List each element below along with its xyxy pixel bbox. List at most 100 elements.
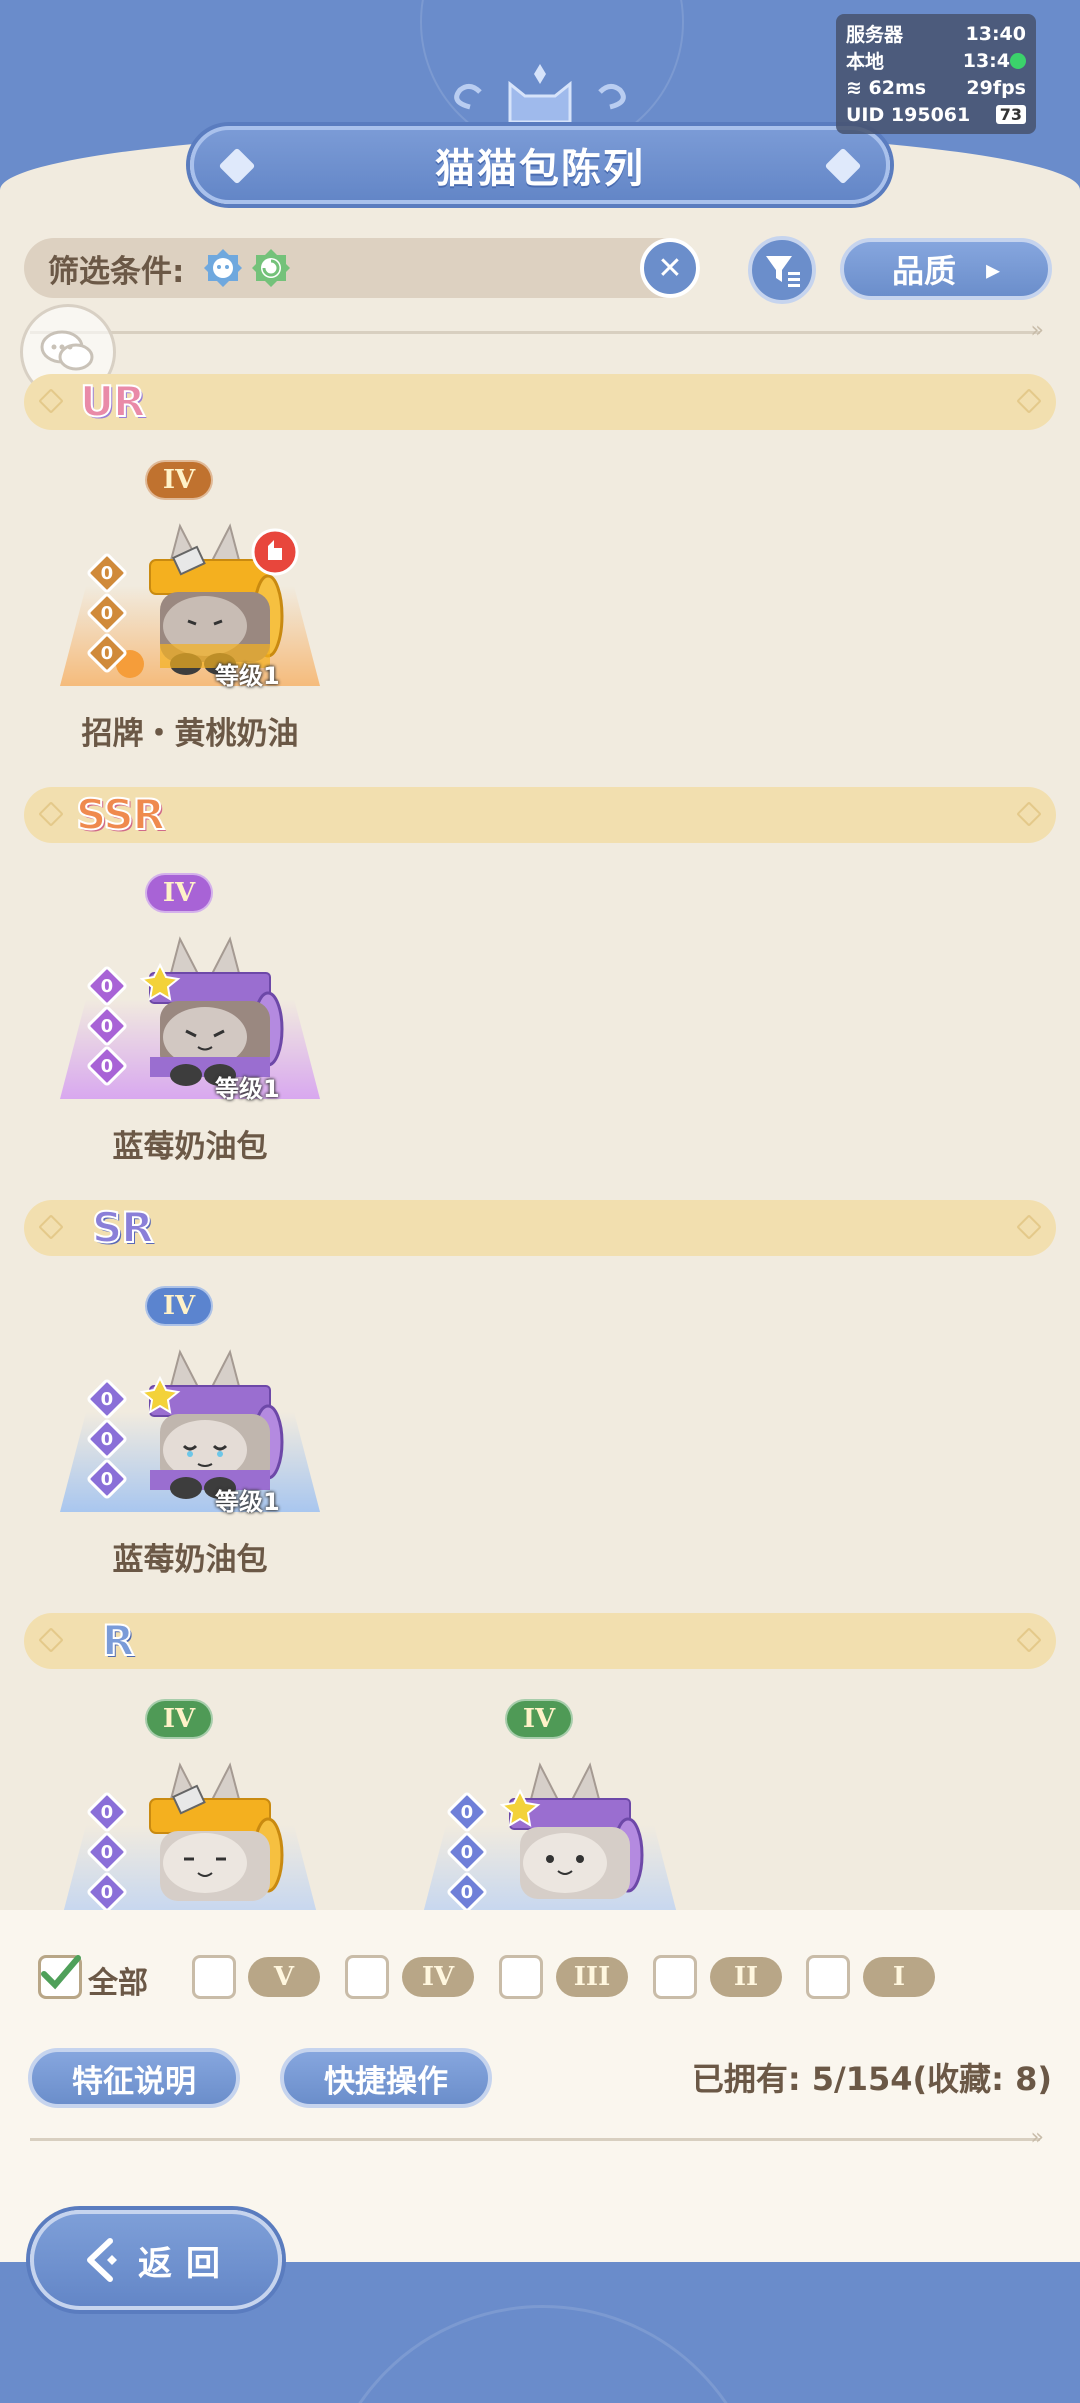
cat-stage: 0 0 0 等级1 (60, 929, 320, 1103)
grade-checkbox-ii[interactable] (653, 1955, 697, 1999)
screen: 猫猫包陈列 服务器 13:40 本地 13:4 ≋ 62ms 29fps UID 1… (0, 0, 1080, 2403)
stat-pip: 0 (445, 1790, 489, 1834)
cat-name: 招牌・黄桃奶油 (81, 716, 299, 752)
rarity-diamond-left (38, 388, 64, 414)
cat-stage: 0 0 0 等级1 (60, 516, 320, 690)
rarity-label: SSR (75, 789, 166, 840)
server-label: 服务器 (846, 24, 904, 46)
local-time: 13:4 (962, 49, 1010, 72)
rarity-label: SR (91, 1202, 155, 1253)
quality-sort-label: 品质 (891, 252, 956, 290)
clear-filter-button[interactable]: ✕ (640, 238, 700, 298)
cat-name: 蓝莓奶油包 (112, 1129, 268, 1165)
rarity-diamond-right (1016, 1627, 1042, 1653)
level-label: 等级1 (215, 1075, 280, 1103)
cat-card[interactable]: IV 0 0 0 (60, 460, 320, 752)
back-arrow-icon (87, 2238, 117, 2282)
grade-pill: II (710, 1957, 782, 1997)
cat-bread-icon (499, 1762, 644, 1899)
stat-pip: 0 (85, 591, 129, 635)
rarity-header-ur: UR (24, 374, 1056, 430)
stat-pips: 0 0 0 (445, 1790, 489, 1917)
grade-checkbox-iii[interactable] (499, 1955, 543, 1999)
title-banner: 猫猫包陈列 (190, 126, 890, 204)
banner-diamond-left (218, 147, 256, 185)
online-dot-icon (1010, 53, 1026, 69)
grade-pill: I (863, 1957, 935, 1997)
back-button[interactable]: 返回 (30, 2210, 282, 2310)
level-label: 等级1 (215, 1488, 280, 1516)
grade-checkbox-iv[interactable] (345, 1955, 389, 1999)
swirl-filter-icon[interactable] (250, 247, 292, 289)
ping-value: 62ms (868, 76, 927, 99)
stat-pip: 0 (85, 1870, 129, 1914)
stat-pip: 0 (85, 1044, 129, 1088)
stat-pip: 0 (85, 1004, 129, 1048)
chat-bubble-icon (40, 330, 94, 371)
funnel-icon (766, 256, 800, 287)
stat-pip: 0 (85, 631, 129, 675)
stat-pip: 0 (85, 1790, 129, 1834)
bottom-divider (30, 2125, 1044, 2150)
local-label: 本地 (846, 51, 885, 73)
cat-stage: 0 0 0 (420, 1755, 680, 1925)
cat-card[interactable]: IV 0 0 0 等级1 蓝莓奶油包 (60, 873, 320, 1165)
rarity-diamond-left (38, 1627, 64, 1653)
grade-pill: IV (402, 1957, 474, 1997)
stat-pip: 0 (85, 1417, 129, 1461)
quick-actions-button[interactable]: 快捷操作 (280, 2048, 492, 2108)
rarity-label: UR (79, 376, 146, 427)
page-title: 猫猫包陈列 (435, 146, 645, 192)
stat-pip: 0 (445, 1870, 489, 1914)
cat-card[interactable]: IV 0 0 0 (60, 1286, 320, 1578)
back-label: 返回 (138, 2243, 234, 2284)
feature-info-label: 特征说明 (72, 2063, 196, 2100)
tier-badge: IV (145, 873, 213, 913)
cat-name: 蓝莓奶油包 (112, 1542, 268, 1578)
stat-pip: 0 (85, 1457, 129, 1501)
close-icon: ✕ (657, 250, 683, 286)
filter-label: 筛选条件: (48, 253, 185, 290)
battery-level: 73 (995, 105, 1026, 124)
quick-actions-label: 快捷操作 (324, 2063, 448, 2100)
filter-settings-button[interactable] (748, 236, 816, 304)
banner-diamond-right (824, 147, 862, 185)
stat-pip: 0 (85, 964, 129, 1008)
rarity-header-ssr: SSR (24, 787, 1056, 843)
stat-pips: 0 0 0 (85, 964, 129, 1091)
stat-pips: 0 0 0 (85, 1377, 129, 1504)
rarity-header-sr: SR (24, 1200, 1056, 1256)
grade-checkbox-v[interactable] (192, 1955, 236, 1999)
rarity-diamond-right (1016, 801, 1042, 827)
status-overlay: 服务器 13:40 本地 13:4 ≋ 62ms 29fps UID 195061 … (836, 14, 1036, 134)
stat-pip: 0 (85, 1830, 129, 1874)
stat-pips: 0 0 0 (85, 1790, 129, 1917)
grade-pill: III (556, 1957, 628, 1997)
rarity-diamond-right (1016, 388, 1042, 414)
tier-badge: IV (145, 1286, 213, 1326)
grade-checkbox-i[interactable] (806, 1955, 850, 1999)
cat-stage: 0 0 0 (60, 1755, 320, 1925)
fps-value: 29fps (966, 76, 1026, 99)
caret-right-icon: ▸ (985, 252, 1001, 286)
server-time: 13:40 (965, 22, 1026, 45)
wifi-icon: ≋ (846, 76, 862, 99)
tier-badge: IV (505, 1699, 573, 1739)
cat-ornament-icon (454, 64, 626, 124)
all-checkbox[interactable] (38, 1955, 82, 1999)
stat-pip: 0 (445, 1830, 489, 1874)
quality-sort-button[interactable]: 品质 ▸ (840, 238, 1052, 300)
uid-label: UID (846, 103, 885, 126)
owned-count: 已拥有: 5/154(收藏: 8) (691, 2060, 1052, 2098)
tier-badge: IV (145, 460, 213, 500)
stat-pip: 0 (85, 1377, 129, 1421)
cat-bread-icon (149, 1762, 284, 1901)
level-label: 等级1 (215, 662, 280, 690)
tier-badge: IV (145, 1699, 213, 1739)
grade-pill: V (248, 1957, 320, 1997)
cat-face-filter-icon[interactable] (202, 247, 244, 289)
rarity-diamond-left (38, 1214, 64, 1240)
feature-info-button[interactable]: 特征说明 (28, 2048, 240, 2108)
rarity-diamond-right (1016, 1214, 1042, 1240)
rarity-header-r: R (24, 1613, 1056, 1669)
